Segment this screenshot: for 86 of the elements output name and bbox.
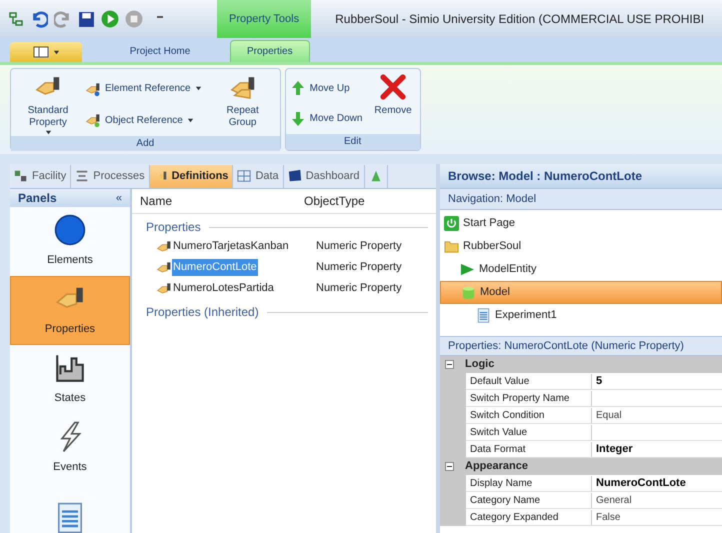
property-value[interactable]: 5 [592, 372, 602, 390]
group-label: Add [11, 136, 280, 151]
layout-icon [32, 46, 48, 58]
ribbon-tab[interactable]: Project Home [90, 40, 230, 62]
flowchart-icon [75, 169, 90, 183]
tree-item[interactable]: Model [440, 281, 722, 304]
ribbon-tab[interactable]: Properties [230, 40, 310, 62]
window-title: RubberSoul - Simio University Edition (COMMERCIAL USE PROHIBI [335, 11, 704, 28]
object-type: Numeric Property [316, 260, 402, 276]
context-tab[interactable]: Property Tools [217, 0, 312, 38]
property-label: Default Value [466, 374, 592, 388]
property-label: Switch Property Name [466, 390, 592, 406]
property-label: Switch Condition [466, 408, 592, 422]
circle-icon [54, 214, 86, 246]
ribbon-button[interactable]: Element Reference [85, 80, 206, 97]
tree-item[interactable]: Experiment1 [440, 304, 722, 327]
property-label: Category Expanded [466, 510, 592, 524]
panel-item[interactable]: Events [10, 414, 130, 483]
browse-title: Browse: Model : NumeroContLote [440, 164, 722, 188]
document-icon [476, 308, 491, 323]
monitor-icon [288, 169, 302, 183]
collapse-toggle-icon[interactable] [445, 462, 454, 471]
property-name[interactable]: NumeroLotesPartida [172, 280, 275, 297]
power-icon [444, 216, 459, 231]
caret-icon [194, 85, 202, 92]
hand-icon [85, 112, 101, 128]
panel-item[interactable]: Properties [10, 276, 130, 345]
play-triangle-icon [460, 262, 475, 277]
collapse-button[interactable]: « [116, 190, 122, 206]
application-menu-button[interactable] [10, 42, 82, 62]
ribbon-button[interactable]: Move Down [290, 110, 366, 127]
caret-icon [52, 48, 60, 56]
view-tab[interactable]: Facility [10, 164, 72, 188]
down-arrow-icon [290, 110, 306, 127]
tree-item[interactable]: ModelEntity [440, 258, 722, 281]
group-heading: Properties (Inherited) [146, 304, 259, 321]
tree-item[interactable]: Start Page [440, 212, 722, 235]
panels-title: Panels [18, 190, 57, 207]
property-name[interactable]: NumeroTarjetasKanban [172, 238, 290, 255]
view-tab[interactable]: Definitions [150, 164, 234, 188]
property-label: Category Name [466, 492, 592, 508]
undo-icon[interactable] [30, 10, 48, 28]
hand-icon [156, 280, 172, 296]
property-label: Switch Value [466, 424, 592, 440]
category-heading: Logic [465, 357, 494, 372]
hand-icon [156, 238, 172, 254]
property-label: Display Name [466, 476, 592, 490]
group-label: Edit [286, 134, 420, 150]
remove-icon [379, 73, 408, 101]
object-type: Numeric Property [316, 239, 402, 254]
step-chart-icon [54, 352, 86, 384]
property-grid-title: Properties: NumeroContLote (Numeric Property) [440, 336, 722, 356]
column-header[interactable]: Name [132, 192, 304, 210]
ribbon-button[interactable]: Remove [370, 73, 416, 134]
property-value[interactable]: General [592, 492, 632, 508]
caret-icon [186, 116, 194, 124]
category-heading: Appearance [465, 459, 528, 474]
panel-item[interactable]: Elements [10, 207, 130, 276]
object-type: Numeric Property [316, 281, 402, 296]
view-tab[interactable]: Data [233, 164, 284, 188]
network-icon[interactable] [8, 11, 24, 27]
property-value[interactable]: False [592, 510, 620, 524]
navigation-header: Navigation: Model [440, 188, 722, 210]
column-header[interactable]: ObjectType [304, 192, 365, 210]
ribbon-button[interactable]: Object Reference [85, 112, 206, 128]
folder-icon [444, 239, 459, 254]
panel-item[interactable]: States [10, 345, 130, 414]
property-value[interactable]: Equal [592, 408, 622, 422]
collapse-toggle-icon[interactable] [445, 360, 454, 369]
hand-icon [156, 260, 172, 276]
view-tab[interactable]: Dashboard [284, 164, 365, 188]
ribbon-button[interactable]: Standard Property [15, 73, 81, 136]
ribbon-button[interactable]: Move Up [290, 80, 366, 96]
cylinder-icon [461, 285, 476, 300]
property-label: Data Format [466, 442, 592, 456]
ribbon-button[interactable]: Repeat Group [210, 73, 276, 136]
property-value[interactable]: NumeroContLote [592, 474, 686, 492]
tree-item[interactable]: RubberSoul [440, 235, 722, 258]
blocks-icon [14, 169, 28, 183]
save-icon[interactable] [78, 10, 95, 28]
up-arrow-icon [290, 80, 306, 96]
hand-icon [85, 80, 101, 97]
play-icon[interactable] [101, 10, 119, 28]
table-icon [237, 169, 252, 183]
property-value[interactable]: Integer [592, 440, 633, 458]
group-heading: Properties [146, 219, 201, 236]
